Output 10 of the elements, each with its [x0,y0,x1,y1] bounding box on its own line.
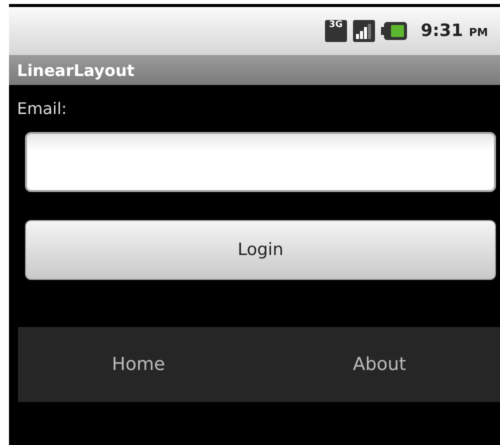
window-title: LinearLayout [17,60,135,80]
network-icon: 3G [324,20,347,42]
nav-tab[interactable]: About [259,327,500,402]
battery-icon [380,21,407,41]
signal-icon [352,20,375,42]
email-field[interactable] [25,132,496,192]
email-label: Email: [17,99,68,120]
nav-tab[interactable]: Home [18,327,259,402]
clock: 9:31 PM [420,21,488,41]
login-button[interactable]: Login [25,220,496,280]
